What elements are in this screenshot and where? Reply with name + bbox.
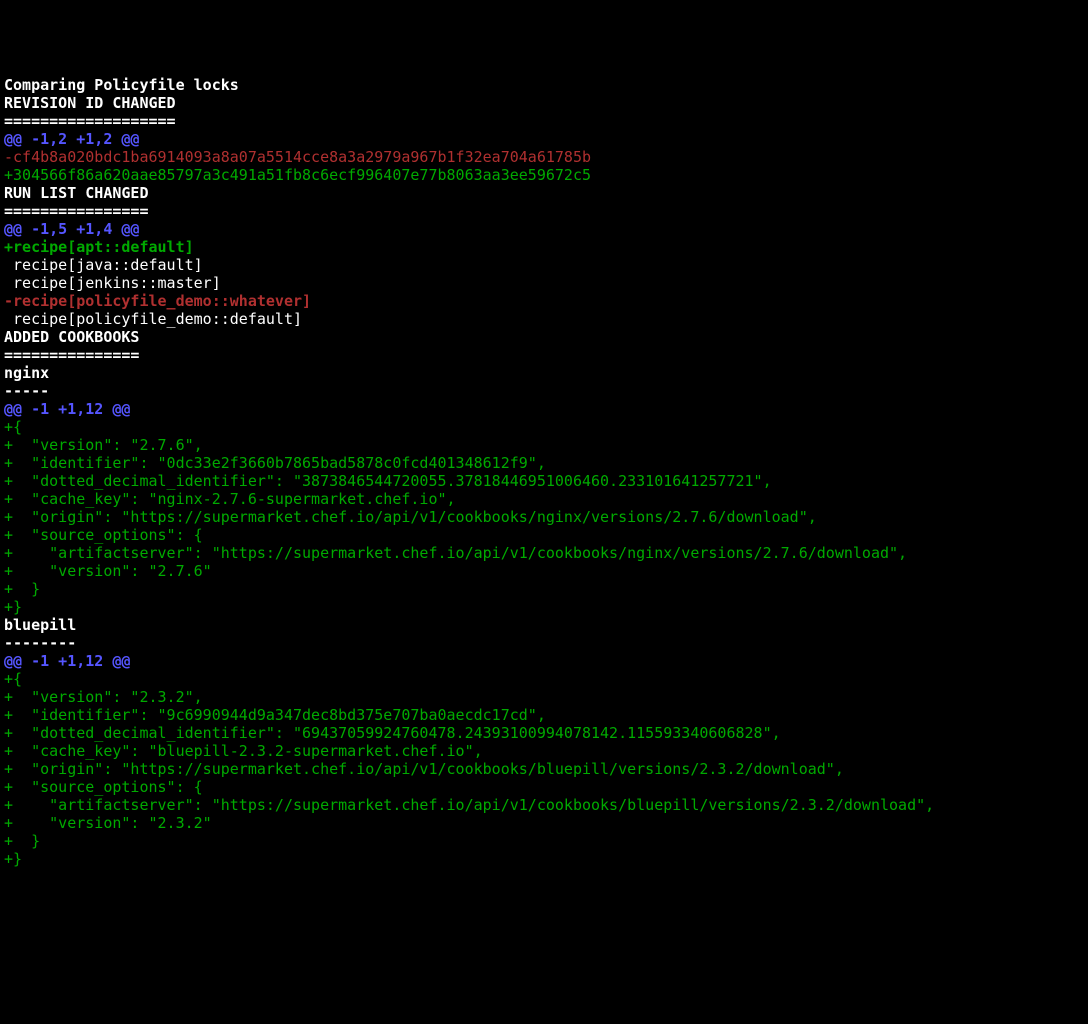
diff-line: + "version": "2.7.6", [4,436,1084,454]
diff-line: + "version": "2.3.2" [4,814,1084,832]
diff-hunk-header: @@ -1 +1,12 @@ [4,652,1084,670]
diff-line: recipe[jenkins::master] [4,274,1084,292]
diff-line: + "origin": "https://supermarket.chef.io… [4,508,1084,526]
diff-line: +{ [4,670,1084,688]
diff-line: -cf4b8a020bdc1ba6914093a8a07a5514cce8a3a… [4,148,1084,166]
diff-line: + "origin": "https://supermarket.chef.io… [4,760,1084,778]
diff-line: +} [4,850,1084,868]
section-heading: ADDED COOKBOOKS [4,328,1084,346]
cookbook-name: bluepill [4,616,1084,634]
diff-line: + "artifactserver": "https://supermarket… [4,796,1084,814]
diff-hunk-header: @@ -1,2 +1,2 @@ [4,130,1084,148]
diff-hunk-header: @@ -1,5 +1,4 @@ [4,220,1084,238]
diff-line: +} [4,598,1084,616]
diff-line: + "artifactserver": "https://supermarket… [4,544,1084,562]
section-underline: =================== [4,112,1084,130]
diff-line: + "source_options": { [4,526,1084,544]
diff-line: + } [4,580,1084,598]
section-heading: RUN LIST CHANGED [4,184,1084,202]
cookbook-underline: ----- [4,382,1084,400]
section-heading: REVISION ID CHANGED [4,94,1084,112]
diff-line: + "version": "2.3.2", [4,688,1084,706]
cookbook-underline: -------- [4,634,1084,652]
diff-line: +304566f86a620aae85797a3c491a51fb8c6ecf9… [4,166,1084,184]
diff-line: + "cache_key": "bluepill-2.3.2-supermark… [4,742,1084,760]
section-underline: ================ [4,202,1084,220]
diff-line: -recipe[policyfile_demo::whatever] [4,292,1084,310]
diff-hunk-header: @@ -1 +1,12 @@ [4,400,1084,418]
section-underline: =============== [4,346,1084,364]
diff-line: recipe[policyfile_demo::default] [4,310,1084,328]
terminal-output: Comparing Policyfile locksREVISION ID CH… [4,76,1084,868]
diff-line: + } [4,832,1084,850]
diff-line: + "source_options": { [4,778,1084,796]
diff-line: + "dotted_decimal_identifier": "69437059… [4,724,1084,742]
diff-line: + "dotted_decimal_identifier": "38738465… [4,472,1084,490]
diff-line: + "identifier": "9c6990944d9a347dec8bd37… [4,706,1084,724]
output-title: Comparing Policyfile locks [4,76,1084,94]
diff-line: +recipe[apt::default] [4,238,1084,256]
cookbook-name: nginx [4,364,1084,382]
diff-line: + "identifier": "0dc33e2f3660b7865bad587… [4,454,1084,472]
diff-line: +{ [4,418,1084,436]
diff-line: + "cache_key": "nginx-2.7.6-supermarket.… [4,490,1084,508]
diff-line: + "version": "2.7.6" [4,562,1084,580]
diff-line: recipe[java::default] [4,256,1084,274]
